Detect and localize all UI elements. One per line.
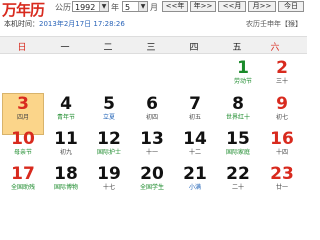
day-cell[interactable]: 7 初五 [175, 94, 215, 134]
day-cell[interactable]: 21 小满 [175, 164, 215, 204]
day-cell[interactable]: 17 全国助残 [3, 164, 43, 204]
day-cell[interactable]: 16 十四 [262, 129, 302, 169]
day-cell[interactable]: 12 国际护士 [89, 129, 129, 169]
chevron-down-icon: ▼ [138, 2, 147, 11]
day-cell[interactable]: 6 初四 [132, 94, 172, 134]
day-cell[interactable]: 2 三十 [262, 58, 302, 98]
day-cell[interactable]: 22 二十 [218, 164, 258, 204]
day-cell[interactable]: 13 十一 [132, 129, 172, 169]
weekday-thu: 四 [189, 43, 199, 53]
next-year-button[interactable]: 年>> [190, 1, 216, 12]
month-unit: 月 [150, 3, 158, 12]
day-cell[interactable]: 8 世界红十 [218, 94, 258, 134]
chevron-down-icon: ▼ [99, 2, 108, 11]
day-cell[interactable]: 9 初七 [262, 94, 302, 134]
day-cell[interactable]: 14 十二 [175, 129, 215, 169]
month-select[interactable]: 5 ▼ [122, 1, 148, 12]
weekday-header: 日 一 二 三 四 五 六 [0, 36, 307, 54]
prev-year-button[interactable]: <<年 [162, 1, 188, 12]
local-time: 本机时间：2013年2月17日 17:28:26 [4, 19, 125, 29]
calendar-type-label: 公历 [55, 3, 71, 12]
day-cell[interactable]: 10 母亲节 [3, 129, 43, 169]
day-cell[interactable]: 11 初九 [46, 129, 86, 169]
day-cell[interactable]: 4 青年节 [46, 94, 86, 134]
day-cell[interactable]: 15 国际家庭 [218, 129, 258, 169]
day-cell[interactable]: 23 廿一 [262, 164, 302, 204]
weekday-tue: 二 [103, 43, 113, 53]
day-cell[interactable]: 19 十七 [89, 164, 129, 204]
app-logo: 万年历 [2, 1, 45, 19]
calendar-toolbar: 万年历 公历 1992 ▼ 年 5 ▼ 月 <<年 年>> <<月 月>> 今日 [0, 0, 307, 19]
local-time-value: 2013年2月17日 17:28:26 [39, 20, 125, 28]
next-month-button[interactable]: 月>> [248, 1, 276, 12]
today-button[interactable]: 今日 [278, 1, 304, 12]
day-cell[interactable]: 18 国际博物 [46, 164, 86, 204]
day-cell-selected[interactable]: 3 四月 [2, 93, 44, 135]
local-time-label: 本机时间： [4, 20, 39, 28]
weekday-sat: 六 [270, 43, 280, 53]
weekday-fri: 五 [232, 43, 242, 53]
lunar-year-info: 农历壬申年【猴】 [246, 20, 302, 28]
weekday-mon: 一 [60, 43, 70, 53]
weekday-wed: 三 [146, 43, 156, 53]
year-select[interactable]: 1992 ▼ [72, 1, 109, 12]
day-cell[interactable]: 20 全国学生 [132, 164, 172, 204]
day-cell[interactable]: 5 立夏 [89, 94, 129, 134]
day-cell[interactable]: 1 劳动节 [223, 58, 263, 98]
weekday-sun: 日 [17, 43, 27, 53]
prev-month-button[interactable]: <<月 [218, 1, 246, 12]
year-unit: 年 [111, 3, 119, 12]
